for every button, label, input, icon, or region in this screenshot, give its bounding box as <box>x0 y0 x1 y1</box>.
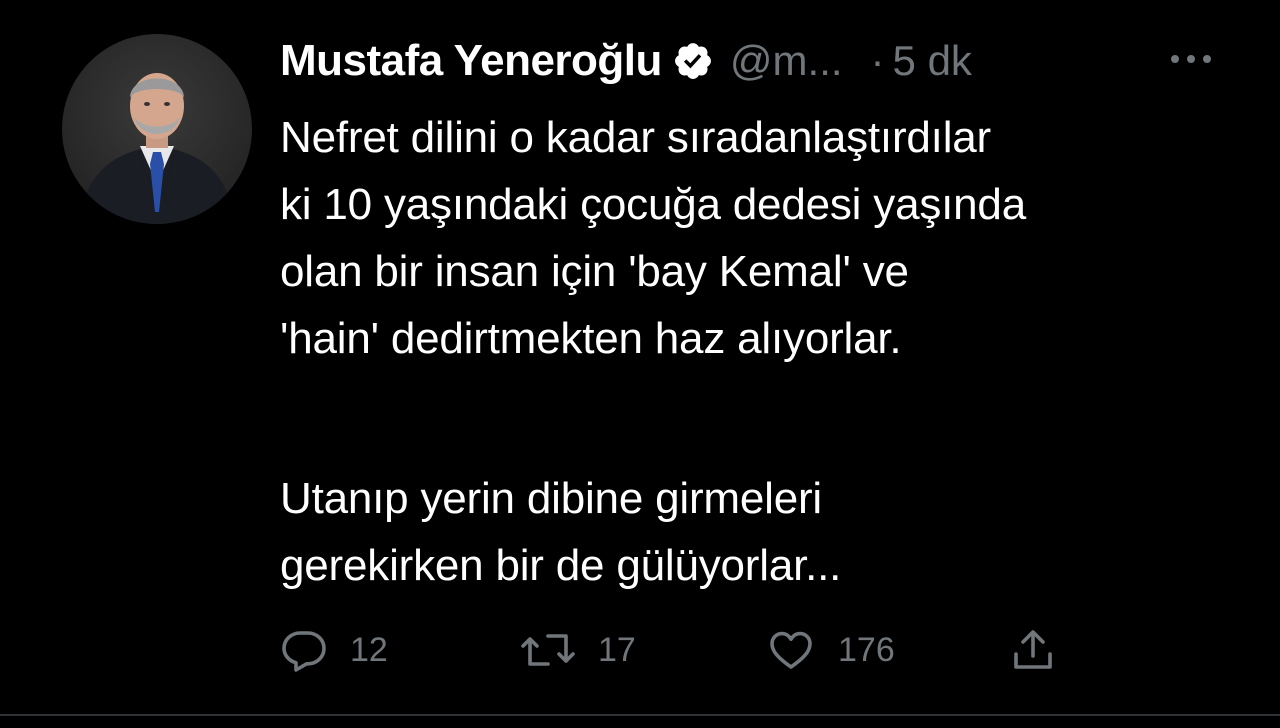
retweet-button[interactable]: 17 <box>520 622 636 678</box>
profile-photo-icon <box>80 73 234 224</box>
tweet-text-paragraph-2: Utanıp yerin dibine girmeleri gerekirken… <box>280 474 842 590</box>
reply-button[interactable]: 12 <box>280 622 388 678</box>
retweet-count: 17 <box>598 630 636 669</box>
separator-dot: · <box>870 37 885 84</box>
tweet[interactable]: Mustafa Yeneroğlu @m... · 5 dk Nefret di… <box>0 0 1280 728</box>
like-button[interactable]: 176 <box>766 622 895 678</box>
like-count: 176 <box>838 630 895 669</box>
more-horizontal-icon[interactable] <box>1166 44 1216 74</box>
tweet-header: Mustafa Yeneroğlu @m... · 5 dk <box>280 34 1240 88</box>
retweet-icon <box>521 634 575 666</box>
tweet-timestamp[interactable]: 5 dk <box>893 37 972 85</box>
heart-icon <box>770 631 812 669</box>
share-icon <box>1014 630 1052 669</box>
tweet-text-paragraph-1: Nefret dilini o kadar sıradanlaştırdılar… <box>280 113 1026 363</box>
verified-badge-icon[interactable] <box>672 40 714 82</box>
avatar[interactable] <box>62 34 252 224</box>
display-name[interactable]: Mustafa Yeneroğlu <box>280 36 662 86</box>
reply-icon <box>282 631 326 672</box>
tweet-actions: 12 17 176 <box>0 622 1280 678</box>
author-handle[interactable]: @m... <box>730 37 843 85</box>
divider <box>0 714 1280 716</box>
share-button[interactable] <box>1008 622 1058 678</box>
reply-count: 12 <box>350 630 388 669</box>
